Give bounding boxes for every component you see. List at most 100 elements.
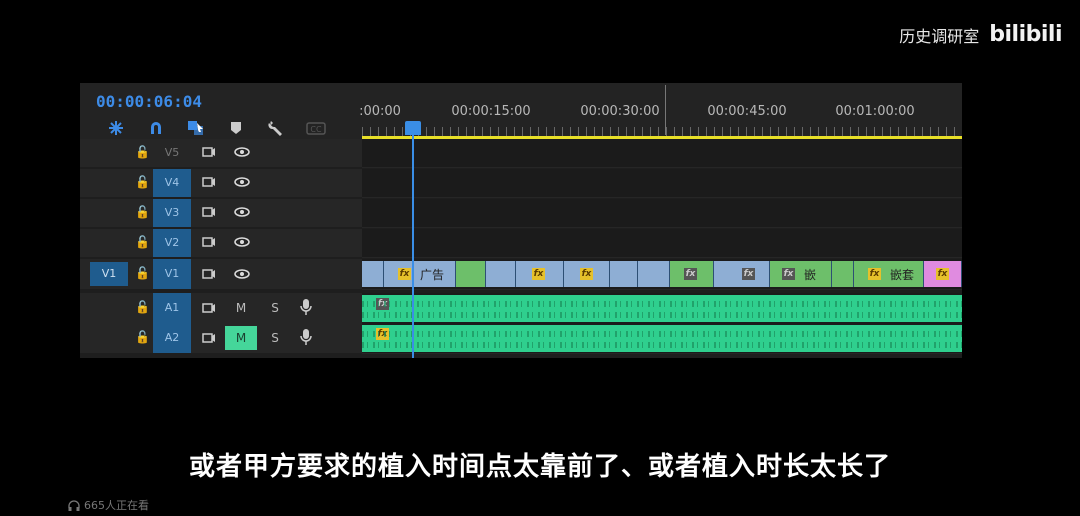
waveform xyxy=(362,342,962,348)
fx-badge: fx xyxy=(782,268,795,280)
captions-icon[interactable]: CC xyxy=(296,119,336,137)
track-area-v1[interactable]: fx 广告 fx fx fx fx fx 嵌 fx 嵌套 fx xyxy=(362,259,962,290)
track-area-a1[interactable]: fx xyxy=(362,293,962,324)
eye-icon[interactable] xyxy=(234,207,250,217)
fx-badge: fx xyxy=(742,268,755,280)
lock-icon[interactable]: 🔓 xyxy=(135,266,150,280)
fx-badge: fx xyxy=(398,268,411,280)
track-name-v5[interactable]: V5 xyxy=(153,139,191,167)
track-header-v1: V1 🔓 V1 xyxy=(80,259,362,289)
audio-clip[interactable]: fx xyxy=(362,295,962,322)
track-header-a2: 🔓 A2 M S xyxy=(80,323,362,353)
snap-magnet-icon[interactable] xyxy=(136,119,176,137)
svg-text:CC: CC xyxy=(310,125,322,134)
eye-icon[interactable] xyxy=(234,177,250,187)
video-clip[interactable]: fx xyxy=(516,261,564,287)
track-header-v3: 🔓 V3 xyxy=(80,199,362,227)
viewer-count-text: 665人正在看 xyxy=(84,499,149,512)
eye-icon[interactable] xyxy=(234,269,250,279)
video-clip-nest[interactable]: fx 嵌套 xyxy=(854,261,924,287)
sync-lock-icon[interactable] xyxy=(202,332,216,344)
source-patch-v1[interactable]: V1 xyxy=(90,262,128,286)
viewer-count: 665人正在看 xyxy=(68,497,149,513)
clip-label: 嵌 xyxy=(804,268,817,282)
lock-icon[interactable]: 🔓 xyxy=(135,330,150,344)
headphones-icon xyxy=(68,499,80,511)
video-clip[interactable] xyxy=(456,261,486,287)
lock-icon[interactable]: 🔓 xyxy=(135,205,150,219)
track-header-v5: 🔓 V5 xyxy=(80,139,362,167)
waveform xyxy=(362,301,962,307)
video-clip[interactable]: fx xyxy=(670,261,714,287)
sync-lock-icon[interactable] xyxy=(202,206,216,218)
lock-icon[interactable]: 🔓 xyxy=(135,175,150,189)
playhead-line[interactable] xyxy=(412,121,414,358)
fx-badge: fx xyxy=(532,268,545,280)
video-clip[interactable] xyxy=(638,261,670,287)
track-name-a1[interactable]: A1 xyxy=(153,293,191,323)
track-name-v2[interactable]: V2 xyxy=(153,229,191,257)
mute-button[interactable]: M xyxy=(225,326,257,350)
mute-button[interactable]: M xyxy=(225,296,257,320)
video-clip-ad[interactable]: fx 广告 xyxy=(384,261,456,287)
solo-button[interactable]: S xyxy=(267,296,283,320)
ruler-label: 00:01:00:00 xyxy=(835,104,915,119)
insert-overwrite-icon[interactable] xyxy=(96,119,136,137)
clip-label: 嵌套 xyxy=(890,268,915,282)
playhead-timecode[interactable]: 00:00:06:04 xyxy=(96,92,202,111)
track-area-v4[interactable] xyxy=(362,169,962,198)
waveform xyxy=(362,331,962,337)
timeline-header: 00:00:06:04 CC xyxy=(80,83,362,139)
waveform xyxy=(362,312,962,318)
track-name-v4[interactable]: V4 xyxy=(153,169,191,197)
time-ruler[interactable]: :00:00 00:00:15:00 00:00:30:00 00:00:45:… xyxy=(359,83,962,139)
ruler-label: 00:00:15:00 xyxy=(451,104,531,119)
fx-badge: fx xyxy=(684,268,697,280)
clip-label: 广告 xyxy=(420,268,445,282)
bilibili-logo: bilibili xyxy=(989,22,1062,47)
track-name-v3[interactable]: V3 xyxy=(153,199,191,227)
timeline-tools: CC xyxy=(96,119,336,137)
add-marker-icon[interactable] xyxy=(216,119,256,137)
track-area-v3[interactable] xyxy=(362,199,962,228)
timeline-panel: 00:00:06:04 CC :00:00 00:00:15:00 00:00:… xyxy=(80,83,962,358)
track-name-v1[interactable]: V1 xyxy=(153,259,191,289)
video-clip[interactable] xyxy=(610,261,638,287)
audio-clip[interactable]: fx xyxy=(362,325,962,352)
wrench-icon[interactable] xyxy=(256,119,296,137)
fx-badge: fx xyxy=(868,268,881,280)
microphone-icon[interactable] xyxy=(300,298,312,316)
video-clip[interactable]: fx xyxy=(924,261,962,287)
sync-lock-icon[interactable] xyxy=(202,146,216,158)
sync-lock-icon[interactable] xyxy=(202,236,216,248)
video-clip[interactable] xyxy=(832,261,854,287)
track-name-a2[interactable]: A2 xyxy=(153,323,191,353)
eye-icon[interactable] xyxy=(234,237,250,247)
track-header-a1: 🔓 A1 M S xyxy=(80,293,362,323)
track-area-v2[interactable] xyxy=(362,229,962,258)
lock-icon[interactable]: 🔓 xyxy=(135,145,150,159)
lock-icon[interactable]: 🔓 xyxy=(135,235,150,249)
track-area-v5[interactable] xyxy=(362,139,962,168)
video-clip[interactable]: fx xyxy=(564,261,610,287)
video-clip[interactable]: fx xyxy=(714,261,770,287)
sync-lock-icon[interactable] xyxy=(202,176,216,188)
video-clip-embed[interactable]: fx 嵌 xyxy=(770,261,832,287)
ruler-label: 00:00:45:00 xyxy=(707,104,787,119)
microphone-icon[interactable] xyxy=(300,328,312,346)
ruler-label: 00:00:30:00 xyxy=(580,104,660,119)
fx-badge: fx xyxy=(936,268,949,280)
sync-lock-icon[interactable] xyxy=(202,302,216,314)
track-area-a2[interactable]: fx xyxy=(362,323,962,354)
lock-icon[interactable]: 🔓 xyxy=(135,300,150,314)
channel-name: 历史调研室 xyxy=(899,26,980,46)
linked-selection-icon[interactable] xyxy=(176,119,216,137)
track-header-v4: 🔓 V4 xyxy=(80,169,362,197)
watermark: 历史调研室 bilibili xyxy=(899,22,1062,47)
solo-button[interactable]: S xyxy=(267,326,283,350)
sync-lock-icon[interactable] xyxy=(202,268,216,280)
video-clip[interactable] xyxy=(486,261,516,287)
video-clip[interactable] xyxy=(362,261,384,287)
eye-icon[interactable] xyxy=(234,147,250,157)
subtitle: 或者甲方要求的植入时间点太靠前了、或者植入时长太长了 xyxy=(188,452,891,482)
